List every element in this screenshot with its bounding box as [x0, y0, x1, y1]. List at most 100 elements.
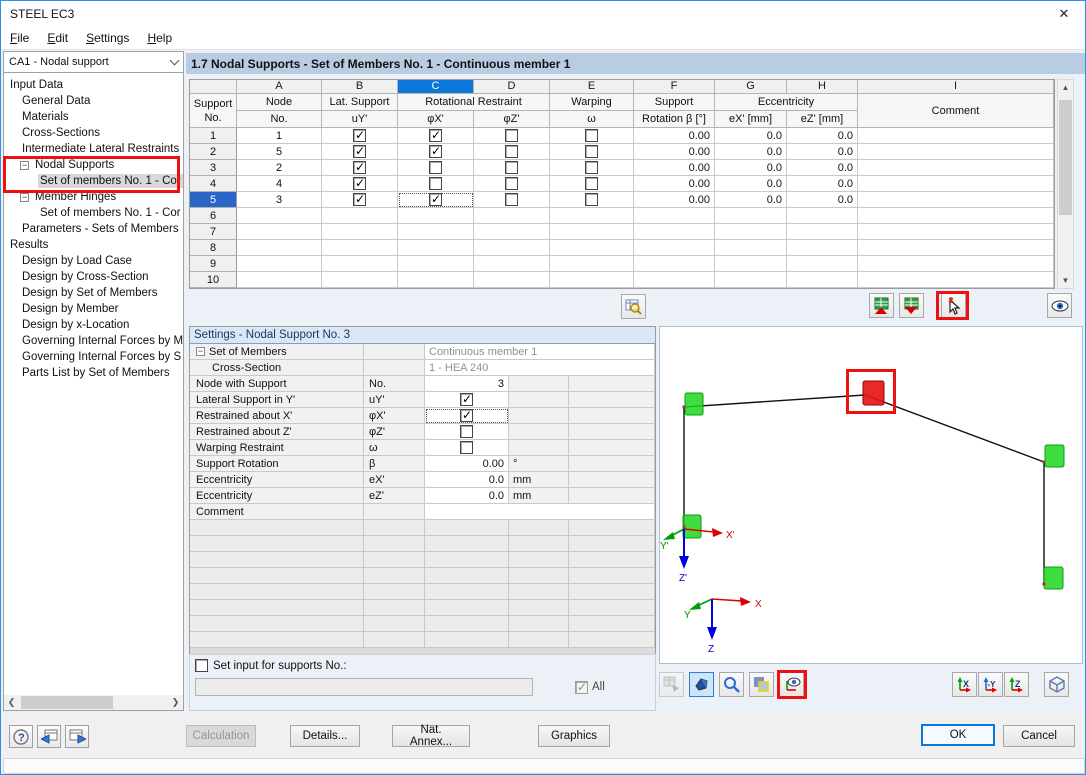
settings-checkbox[interactable]: [460, 441, 473, 454]
table-cell-comment[interactable]: [858, 176, 1054, 192]
table-cell[interactable]: [474, 224, 550, 240]
warp-checkbox[interactable]: [585, 161, 598, 174]
table-row-header[interactable]: 2: [190, 144, 237, 160]
column-letter-f[interactable]: F: [634, 80, 715, 94]
column-letter-d[interactable]: D: [474, 80, 550, 94]
sidebar-item[interactable]: −Nodal Supports: [4, 157, 183, 173]
table-cell[interactable]: [858, 208, 1054, 224]
scroll-down-icon[interactable]: ▼: [1058, 273, 1073, 288]
table-cell[interactable]: [550, 272, 634, 288]
table-cell-warp[interactable]: [550, 128, 634, 144]
table-cell-beta[interactable]: 0.00: [634, 160, 715, 176]
sidebar-item[interactable]: Design by Load Case: [4, 253, 183, 269]
phiz-checkbox[interactable]: [505, 145, 518, 158]
table-vertical-scrollbar[interactable]: ▲ ▼: [1057, 79, 1074, 289]
sidebar-item[interactable]: Governing Internal Forces by S: [4, 349, 183, 365]
supports-no-input[interactable]: [195, 678, 533, 696]
table-cell[interactable]: [634, 240, 715, 256]
sidebar-item[interactable]: Set of members No. 1 - Cor: [4, 205, 183, 221]
column-letter-c[interactable]: C: [398, 80, 474, 94]
column-letter-h[interactable]: H: [787, 80, 858, 94]
table-cell-ex[interactable]: 0.0: [715, 160, 787, 176]
details-button[interactable]: Details...: [290, 725, 360, 747]
table-cell-ez[interactable]: 0.0: [787, 144, 858, 160]
table-cell-ex[interactable]: 0.0: [715, 144, 787, 160]
table-cell[interactable]: [322, 272, 398, 288]
table-cell-uy[interactable]: [322, 176, 398, 192]
menu-edit[interactable]: Edit: [38, 28, 77, 48]
table-cell[interactable]: [237, 256, 322, 272]
table-cell-beta[interactable]: 0.00: [634, 192, 715, 208]
view-minus-y-button[interactable]: -Y: [978, 672, 1003, 697]
view-mode-button[interactable]: [1047, 293, 1072, 318]
sidebar-item[interactable]: Governing Internal Forces by M: [4, 333, 183, 349]
view-z-button[interactable]: Z: [1004, 672, 1029, 697]
uy-checkbox[interactable]: [353, 193, 366, 206]
table-row-header[interactable]: 3: [190, 160, 237, 176]
table-cell[interactable]: [787, 240, 858, 256]
isometric-view-button[interactable]: [1044, 672, 1069, 697]
sidebar-item[interactable]: General Data: [4, 93, 183, 109]
table-cell-node[interactable]: 1: [237, 128, 322, 144]
table-cell[interactable]: [322, 240, 398, 256]
phix-checkbox[interactable]: [429, 161, 442, 174]
table-cell-comment[interactable]: [858, 160, 1054, 176]
cancel-button[interactable]: Cancel: [1003, 725, 1075, 747]
phiz-checkbox[interactable]: [505, 193, 518, 206]
view-x-button[interactable]: X: [952, 672, 977, 697]
pan-view-button[interactable]: [659, 672, 684, 697]
table-cell-warp[interactable]: [550, 192, 634, 208]
table-cell[interactable]: [858, 240, 1054, 256]
next-table-button[interactable]: [65, 725, 89, 748]
sidebar-item[interactable]: Design by Member: [4, 301, 183, 317]
phiz-checkbox[interactable]: [505, 177, 518, 190]
table-row-header[interactable]: 4: [190, 176, 237, 192]
settings-value[interactable]: 0.0: [425, 472, 509, 488]
help-button[interactable]: ?: [9, 725, 33, 748]
scrollbar-thumb[interactable]: [21, 696, 113, 709]
table-cell[interactable]: [237, 208, 322, 224]
table-cell-ex[interactable]: 0.0: [715, 192, 787, 208]
sidebar-item[interactable]: −Member Hinges: [4, 189, 183, 205]
table-cell-warp[interactable]: [550, 160, 634, 176]
table-cell-beta[interactable]: 0.00: [634, 176, 715, 192]
export-table-button[interactable]: [899, 293, 924, 318]
nat-annex-button[interactable]: Nat. Annex...: [392, 725, 470, 747]
table-cell[interactable]: [550, 208, 634, 224]
table-cell[interactable]: [634, 224, 715, 240]
table-cell-comment[interactable]: [858, 192, 1054, 208]
table-cell[interactable]: [858, 272, 1054, 288]
table-cell-ez[interactable]: 0.0: [787, 176, 858, 192]
table-cell-ex[interactable]: 0.0: [715, 176, 787, 192]
table-cell-phix[interactable]: [398, 176, 474, 192]
calculation-button[interactable]: Calculation: [186, 725, 256, 747]
rotate-view-button[interactable]: [689, 672, 714, 697]
warp-checkbox[interactable]: [585, 193, 598, 206]
zoom-window-button[interactable]: [749, 672, 774, 697]
table-cell[interactable]: [398, 224, 474, 240]
phix-checkbox[interactable]: [429, 177, 442, 190]
settings-value[interactable]: 0.00: [425, 456, 509, 472]
chevron-down-icon[interactable]: [165, 52, 183, 72]
settings-checkbox-cell[interactable]: [425, 392, 509, 408]
table-cell-ez[interactable]: 0.0: [787, 128, 858, 144]
sidebar-item[interactable]: Input Data: [4, 77, 183, 93]
table-row-header[interactable]: 5: [190, 192, 237, 208]
warp-checkbox[interactable]: [585, 145, 598, 158]
scrollbar-thumb[interactable]: [1059, 100, 1072, 215]
settings-value[interactable]: [425, 504, 655, 520]
zoom-button[interactable]: [719, 672, 744, 697]
uy-checkbox[interactable]: [353, 161, 366, 174]
table-cell-beta[interactable]: 0.00: [634, 144, 715, 160]
pick-support-button[interactable]: [941, 293, 966, 318]
case-dropdown[interactable]: CA1 - Nodal support: [4, 52, 183, 73]
table-cell[interactable]: [550, 256, 634, 272]
sidebar-horizontal-scrollbar[interactable]: ❮ ❯: [4, 695, 183, 710]
settings-checkbox-cell[interactable]: [425, 440, 509, 456]
table-cell-phiz[interactable]: [474, 192, 550, 208]
table-cell[interactable]: [787, 208, 858, 224]
table-cell[interactable]: [550, 240, 634, 256]
settings-checkbox[interactable]: [460, 393, 473, 406]
sidebar-item[interactable]: Set of members No. 1 - Cor: [4, 173, 183, 189]
table-cell[interactable]: [474, 208, 550, 224]
